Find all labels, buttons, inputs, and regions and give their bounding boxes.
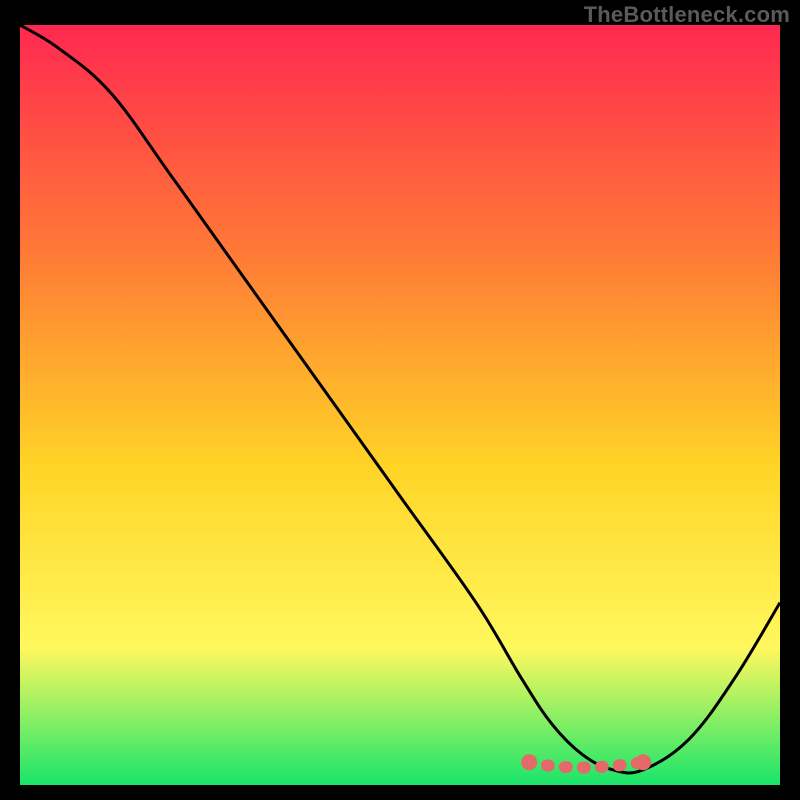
- optimal-endpoint-dot: [521, 754, 537, 770]
- optimal-endpoint-dot: [635, 754, 651, 770]
- chart-plot: [20, 25, 780, 785]
- watermark-text: TheBottleneck.com: [584, 2, 790, 28]
- chart-frame: TheBottleneck.com: [0, 0, 800, 800]
- gradient-background: [20, 25, 780, 785]
- optimal-zone-marker: [529, 762, 643, 767]
- chart-svg: [20, 25, 780, 785]
